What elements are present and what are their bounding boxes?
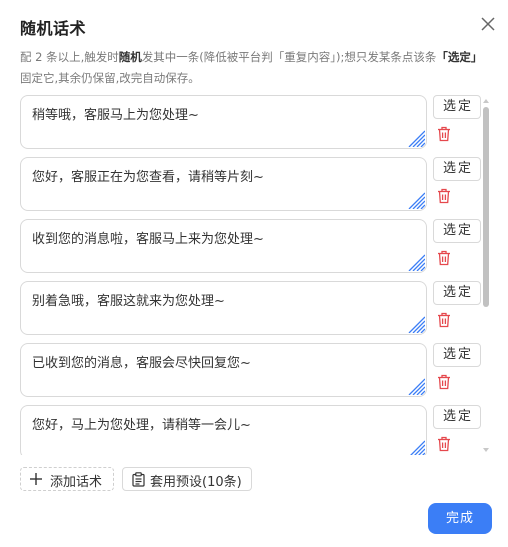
phrase-list: 稍等哦，客服马上为您处理~ 选定 您好，客服正在为您查看，请稍等片刻~ 选定 收… [20, 95, 488, 455]
phrase-row: 稍等哦，客服马上为您处理~ 选定 [20, 95, 481, 149]
phrase-row: 别着急哦，客服这就来为您处理~ 选定 [20, 281, 481, 335]
phrase-text: 稍等哦，客服马上为您处理~ [32, 108, 199, 123]
trash-icon[interactable] [437, 312, 451, 328]
scrollbar-thumb[interactable] [483, 107, 489, 307]
desc-part: 配 2 条以上,触发时 [20, 50, 119, 64]
list-scrollbar[interactable] [481, 97, 491, 457]
resize-handle-icon[interactable] [408, 192, 425, 209]
trash-icon[interactable] [437, 436, 451, 452]
scroll-up-arrow-icon[interactable] [483, 99, 489, 103]
apply-preset-label: 套用预设(10条) [150, 475, 242, 490]
resize-handle-icon[interactable] [408, 130, 425, 147]
select-button[interactable]: 选定 [433, 95, 481, 119]
phrase-text: 您好，客服正在为您查看，请稍等片刻~ [32, 170, 264, 185]
trash-icon[interactable] [437, 126, 451, 142]
apply-preset-button[interactable]: 套用预设(10条) [122, 467, 252, 491]
desc-part: 固定它,其余仍保留,改完自动保存。 [20, 71, 200, 85]
resize-handle-icon[interactable] [408, 440, 425, 455]
phrase-row: 收到您的消息啦，客服马上来为您处理~ 选定 [20, 219, 481, 273]
phrase-row: 您好，客服正在为您查看，请稍等片刻~ 选定 [20, 157, 481, 211]
close-icon[interactable] [478, 14, 498, 34]
phrase-text: 已收到您的消息，客服会尽快回复您~ [32, 356, 251, 371]
select-button[interactable]: 选定 [433, 405, 481, 429]
phrase-row: 您好，马上为您处理，请稍等一会儿~ 选定 [20, 405, 481, 455]
select-button[interactable]: 选定 [433, 157, 481, 181]
trash-icon[interactable] [437, 250, 451, 266]
resize-handle-icon[interactable] [408, 316, 425, 333]
phrase-text: 收到您的消息啦，客服马上来为您处理~ [32, 232, 264, 247]
desc-emphasis-random: 随机 [118, 50, 142, 64]
phrase-textarea[interactable]: 稍等哦，客服马上为您处理~ [20, 95, 427, 149]
add-phrase-label: 添加话术 [50, 475, 103, 490]
phrase-textarea[interactable]: 已收到您的消息，客服会尽快回复您~ [20, 343, 427, 397]
phrase-textarea[interactable]: 您好，客服正在为您查看，请稍等片刻~ [20, 157, 427, 211]
resize-handle-icon[interactable] [408, 254, 425, 271]
phrase-textarea[interactable]: 收到您的消息啦，客服马上来为您处理~ [20, 219, 427, 273]
done-button[interactable]: 完成 [428, 503, 492, 534]
select-button[interactable]: 选定 [433, 219, 481, 243]
phrase-text: 您好，马上为您处理，请稍等一会儿~ [32, 418, 251, 433]
dialog-title: 随机话术 [20, 19, 87, 38]
random-phrases-dialog: 随机话术 配 2 条以上,触发时随机发其中一条(降低被平台判「重复内容」);想只… [0, 0, 508, 547]
select-button[interactable]: 选定 [433, 281, 481, 305]
desc-emphasis-select: 「选定」 [436, 50, 483, 64]
phrase-textarea[interactable]: 别着急哦，客服这就来为您处理~ [20, 281, 427, 335]
scroll-down-arrow-icon[interactable] [483, 448, 489, 452]
resize-handle-icon[interactable] [408, 378, 425, 395]
dialog-description: 配 2 条以上,触发时随机发其中一条(降低被平台判「重复内容」);想只发某条点该… [20, 47, 490, 89]
phrase-textarea[interactable]: 您好，马上为您处理，请稍等一会儿~ [20, 405, 427, 455]
clipboard-icon [132, 472, 145, 487]
phrase-text: 别着急哦，客服这就来为您处理~ [32, 294, 225, 309]
add-phrase-button[interactable]: 添加话术 [20, 467, 114, 491]
select-button[interactable]: 选定 [433, 343, 481, 367]
plus-icon [30, 473, 42, 485]
phrase-row: 已收到您的消息，客服会尽快回复您~ 选定 [20, 343, 481, 397]
trash-icon[interactable] [437, 374, 451, 390]
trash-icon[interactable] [437, 188, 451, 204]
desc-part: 发其中一条(降低被平台判「重复内容」);想只发某条点该条 [141, 50, 437, 64]
